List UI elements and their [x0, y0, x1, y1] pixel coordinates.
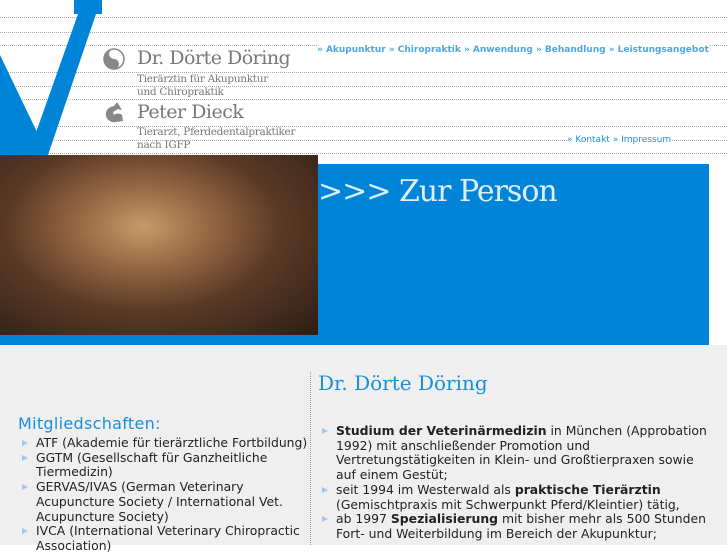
person2-name: Peter Dieck	[137, 101, 244, 123]
person1-name: Dr. Dörte Döring	[137, 47, 291, 69]
person2-subtitle: Tierarzt, Pferdedentalpraktiker nach IGFP	[137, 126, 296, 151]
list-item: Studium der Veterinärmedizin in München …	[322, 423, 717, 483]
nav-impressum[interactable]: » Impressum	[613, 135, 671, 145]
nav-chiropraktik[interactable]: » Chiropraktik	[389, 45, 461, 55]
memberships-heading: Mitgliedschaften:	[18, 414, 161, 433]
list-item: GERVAS/IVAS (German Veterinary Acupunctu…	[22, 479, 312, 524]
list-item: GGTM (Gesellschaft für Ganzheitliche Tie…	[22, 450, 312, 480]
list-item: ab 1997 Spezialisierung mit bisher mehr …	[322, 511, 717, 541]
nav-anwendung[interactable]: » Anwendung	[464, 45, 533, 55]
portrait-photo	[0, 155, 318, 335]
person-heading: Dr. Dörte Döring	[318, 371, 488, 395]
memberships-list: ATF (Akademie für tierärztliche Fortbild…	[22, 435, 312, 554]
horse-head-icon	[105, 102, 123, 123]
list-item: ATF (Akademie für tierärztliche Fortbild…	[22, 435, 312, 451]
banner-title: >>> Zur Person	[318, 174, 558, 209]
yin-yang-icon	[103, 48, 125, 70]
column-divider	[310, 372, 311, 545]
cv-list: Studium der Veterinärmedizin in München …	[322, 423, 717, 542]
list-item: seit 1994 im Westerwald als praktische T…	[322, 482, 717, 512]
v-logo	[0, 0, 102, 155]
nav-leistungsangebot[interactable]: » Leistungsangebot	[609, 45, 709, 55]
nav-kontakt[interactable]: » Kontakt	[567, 135, 610, 145]
person1-subtitle: Tierärztin für Akupunktur und Chiroprakti…	[137, 73, 268, 98]
nav-behandlung[interactable]: » Behandlung	[536, 45, 606, 55]
nav-akupunktur[interactable]: » Akupunktur	[317, 45, 386, 55]
secondary-nav: » Kontakt » Impressum	[567, 135, 672, 145]
list-item: IVCA (International Veterinary Chiroprac…	[22, 523, 312, 553]
main-nav: » Akupunktur » Chiropraktik » Anwendung …	[317, 45, 709, 55]
